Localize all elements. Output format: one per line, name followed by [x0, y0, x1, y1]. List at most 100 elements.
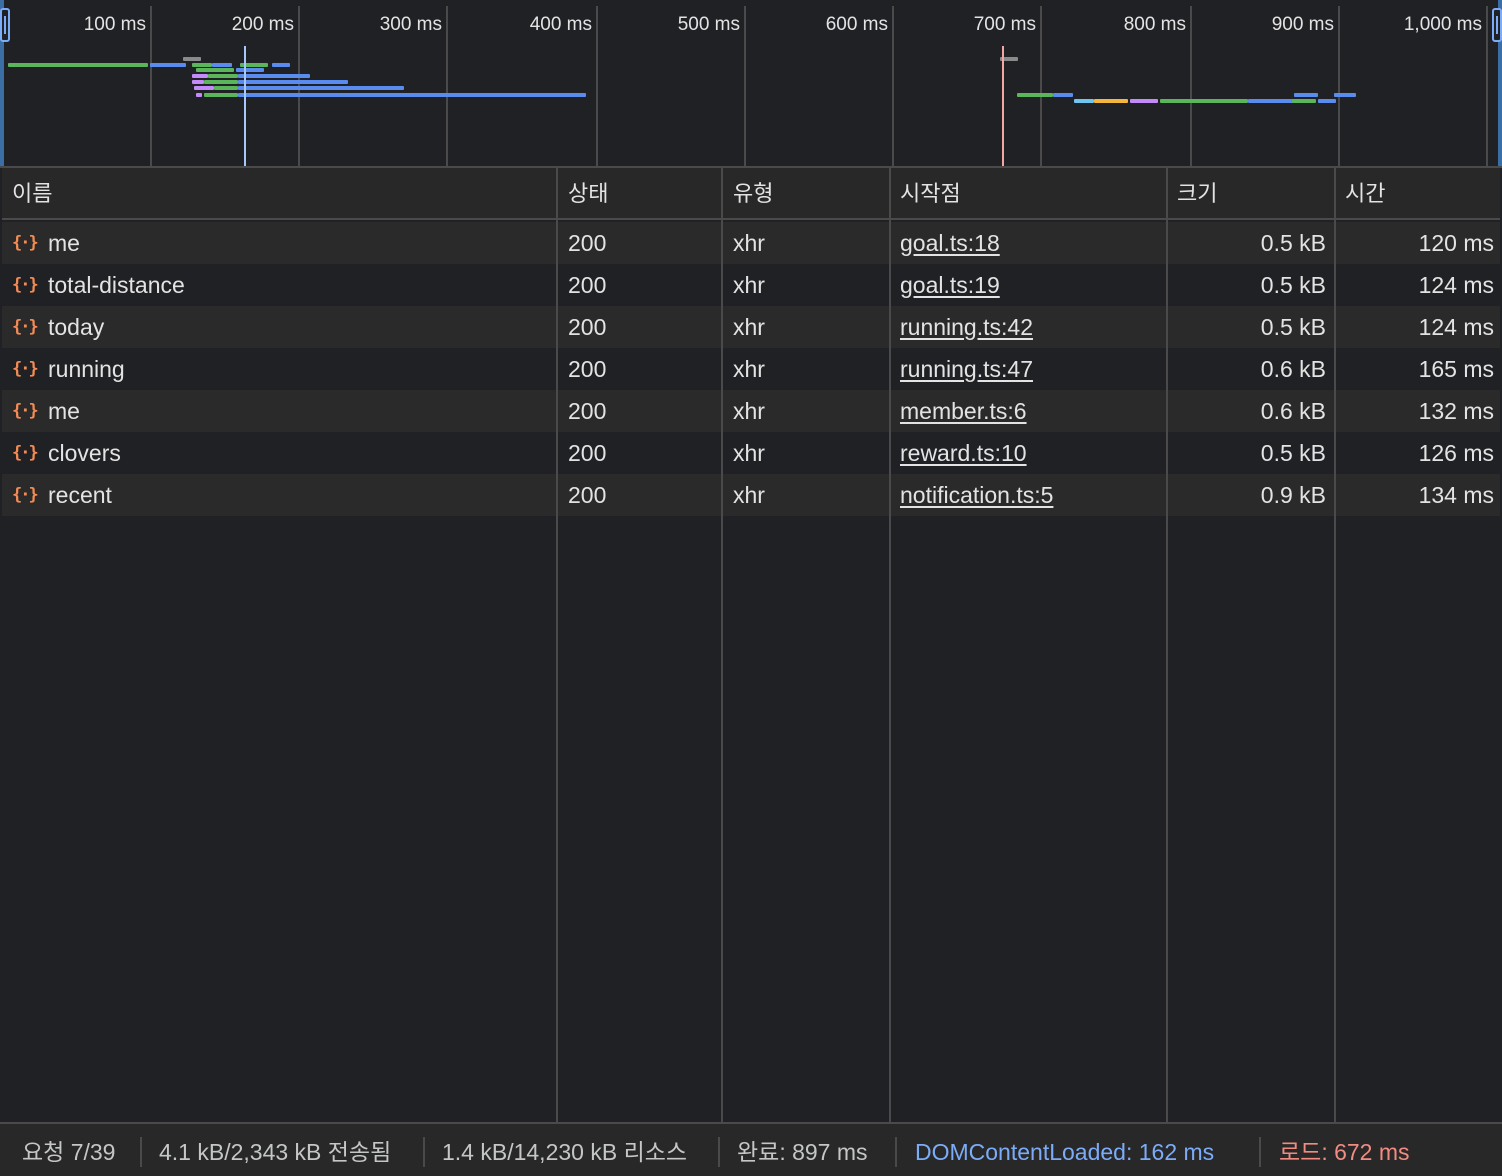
overview-request-bar: [1074, 99, 1094, 103]
overview-tick-label: 100 ms: [83, 14, 146, 35]
type-cell: xhr: [733, 482, 765, 508]
overview-tick-label: 500 ms: [677, 14, 740, 35]
initiator-link[interactable]: member.ts:6: [900, 390, 1160, 432]
overview-request-bar: [150, 63, 186, 67]
initiator-link[interactable]: running.ts:42: [900, 306, 1160, 348]
overview-request-bar: [1318, 99, 1336, 103]
finish-time: 완료: 897 ms: [737, 1139, 868, 1165]
name-cell[interactable]: {·} me: [2, 390, 552, 432]
xhr-fetch-icon: {·}: [12, 359, 39, 379]
summary-divider: [1259, 1137, 1261, 1167]
overview-request-bar: [208, 74, 238, 78]
overview-request-bar: [1017, 93, 1053, 97]
overview-tick-label: 800 ms: [1123, 14, 1186, 35]
initiator-link[interactable]: goal.ts:19: [900, 264, 1160, 306]
overview-right-handle[interactable]: [1492, 8, 1502, 42]
overview-request-bar: [238, 80, 348, 84]
xhr-fetch-icon: {·}: [12, 233, 39, 253]
table-row[interactable]: {·} running 200 xhr running.ts:47 0.6 kB 165 m…: [2, 348, 1500, 390]
overview-request-bar: [194, 86, 214, 90]
table-row[interactable]: {·} recent 200 xhr notification.ts:5 0.9 kB 13…: [2, 474, 1500, 516]
name-cell[interactable]: {·} me: [2, 222, 552, 264]
overview-request-bar: [204, 80, 238, 84]
overview-request-bar: [1160, 99, 1248, 103]
request-name: me: [48, 398, 80, 424]
summary-divider: [895, 1137, 897, 1167]
time-cell: 165 ms: [1418, 356, 1494, 382]
overview-request-bar: [204, 93, 238, 97]
table-header: 이름 상태 유형 시작점 크기 시간: [2, 168, 1500, 220]
overview-request-bar: [183, 57, 201, 61]
request-name: today: [48, 314, 105, 340]
type-cell: xhr: [733, 398, 765, 424]
table-row[interactable]: {·} me 200 xhr goal.ts:18 0.5 kB 120 ms: [2, 222, 1500, 264]
status-cell: 200: [568, 440, 607, 466]
resources-size: 1.4 kB/14,230 kB 리소스: [442, 1139, 688, 1165]
name-cell[interactable]: {·} running: [2, 348, 552, 390]
overview-tick-label: 200 ms: [231, 14, 294, 35]
load-marker: [1002, 46, 1004, 166]
column-divider[interactable]: [721, 168, 723, 1122]
size-cell: 0.5 kB: [1260, 272, 1326, 298]
overview-tick-label: 700 ms: [973, 14, 1036, 35]
name-cell[interactable]: {·} total-distance: [2, 264, 552, 306]
table-row[interactable]: {·} me 200 xhr member.ts:6 0.6 kB 132 ms: [2, 390, 1500, 432]
overview-tick-label: 600 ms: [825, 14, 888, 35]
status-cell: 200: [568, 314, 607, 340]
column-header-initiator[interactable]: 시작점: [890, 168, 1167, 220]
column-divider[interactable]: [889, 168, 891, 1122]
load-time: 로드: 672 ms: [1279, 1139, 1410, 1165]
time-cell: 124 ms: [1418, 272, 1494, 298]
column-divider[interactable]: [556, 168, 558, 1122]
initiator-link[interactable]: running.ts:47: [900, 348, 1160, 390]
overview-request-bar: [214, 86, 238, 90]
type-cell: xhr: [733, 440, 765, 466]
size-cell: 0.5 kB: [1260, 230, 1326, 256]
column-header-status[interactable]: 상태: [558, 168, 723, 220]
initiator-link[interactable]: goal.ts:18: [900, 222, 1160, 264]
initiator-link[interactable]: reward.ts:10: [900, 432, 1160, 474]
overview-request-bar: [8, 63, 148, 67]
type-cell: xhr: [733, 230, 765, 256]
network-overview-timeline[interactable]: 100 ms 200 ms 300 ms 400 ms 500 ms 600 ms 700 …: [0, 0, 1502, 168]
overview-request-bar: [1292, 99, 1316, 103]
time-cell: 134 ms: [1418, 482, 1494, 508]
overview-tick-label: 400 ms: [529, 14, 592, 35]
name-cell[interactable]: {·} recent: [2, 474, 552, 516]
size-cell: 0.9 kB: [1260, 482, 1326, 508]
request-name: recent: [48, 482, 112, 508]
column-divider[interactable]: [1334, 168, 1336, 1122]
type-cell: xhr: [733, 314, 765, 340]
column-header-type[interactable]: 유형: [723, 168, 890, 220]
xhr-fetch-icon: {·}: [12, 485, 39, 505]
overview-request-bar: [192, 63, 212, 67]
table-row[interactable]: {·} today 200 xhr running.ts:42 0.5 kB 124 ms: [2, 306, 1500, 348]
overview-request-bar: [196, 93, 202, 97]
status-cell: 200: [568, 398, 607, 424]
dom-content-loaded-marker: [244, 46, 246, 166]
overview-request-bar: [272, 63, 290, 67]
overview-gridline: [1486, 6, 1488, 166]
xhr-fetch-icon: {·}: [12, 401, 39, 421]
overview-request-bar: [196, 68, 234, 72]
overview-request-bar: [1130, 99, 1158, 103]
overview-request-bar: [238, 86, 404, 90]
xhr-fetch-icon: {·}: [12, 317, 39, 337]
table-row[interactable]: {·} total-distance 200 xhr goal.ts:19 0.5 kB 1…: [2, 264, 1500, 306]
column-divider[interactable]: [1166, 168, 1168, 1122]
column-header-name[interactable]: 이름: [2, 168, 558, 220]
type-cell: xhr: [733, 356, 765, 382]
time-cell: 120 ms: [1418, 230, 1494, 256]
network-summary-bar: 요청 7/39 4.1 kB/2,343 kB 전송됨 1.4 kB/14,23…: [0, 1122, 1502, 1176]
overview-request-bar: [236, 68, 264, 72]
column-header-time[interactable]: 시간: [1335, 168, 1500, 220]
table-row[interactable]: {·} clovers 200 xhr reward.ts:10 0.5 kB 126 ms: [2, 432, 1500, 474]
name-cell[interactable]: {·} clovers: [2, 432, 552, 474]
name-cell[interactable]: {·} today: [2, 306, 552, 348]
column-header-size[interactable]: 크기: [1167, 168, 1335, 220]
size-cell: 0.6 kB: [1260, 356, 1326, 382]
status-cell: 200: [568, 272, 607, 298]
initiator-link[interactable]: notification.ts:5: [900, 474, 1160, 516]
request-count: 요청 7/39: [22, 1139, 116, 1165]
request-name: total-distance: [48, 272, 185, 298]
